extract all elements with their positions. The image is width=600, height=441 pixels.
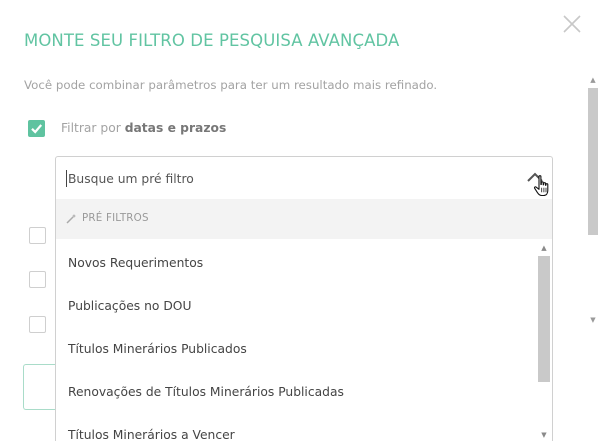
filter-checkbox-2[interactable] [29,227,46,244]
prefilter-dropdown: PRÉ FILTROS Novos Requerimentos Publicaç… [55,199,553,441]
check-icon [31,124,43,134]
chevron-up-icon[interactable] [526,170,544,184]
scroll-down-arrow-icon[interactable]: ▼ [588,315,598,325]
advanced-search-modal: MONTE SEU FILTRO DE PESQUISA AVANÇADA Vo… [0,0,600,441]
dropdown-scrollbar-thumb[interactable] [538,256,550,382]
dates-filter-checkbox[interactable] [28,120,45,137]
prefilter-header-label: PRÉ FILTROS [82,212,149,224]
modal-subtitle: Você pode combinar parâmetros para ter u… [24,78,438,92]
text-caret [66,170,67,187]
prefilter-option[interactable]: Títulos Minerários a Vencer [56,414,536,441]
filter-checkbox-3[interactable] [29,271,46,288]
prefilter-option[interactable]: Títulos Minerários Publicados [56,328,536,371]
filter-checkbox-4[interactable] [29,316,46,333]
magic-wand-icon [66,214,76,224]
prefilter-option[interactable]: Novos Requerimentos [56,242,536,285]
prefilter-search-input[interactable] [68,169,508,189]
dropdown-scroll-up-icon[interactable]: ▲ [539,243,549,253]
modal-scrollbar-thumb[interactable] [588,88,598,235]
prefilter-option[interactable]: Renovações de Títulos Minerários Publica… [56,371,536,414]
close-icon[interactable] [561,13,583,35]
prefilter-select[interactable] [55,156,553,200]
dates-filter-label: Filtrar por datas e prazos [61,121,227,135]
prefilter-option[interactable]: Publicações no DOU [56,285,536,328]
modal-title: MONTE SEU FILTRO DE PESQUISA AVANÇADA [24,31,400,50]
scroll-up-arrow-icon[interactable]: ▲ [588,75,598,85]
dropdown-scroll-down-icon[interactable]: ▼ [539,430,549,440]
prefilter-group-header: PRÉ FILTROS [56,199,552,239]
